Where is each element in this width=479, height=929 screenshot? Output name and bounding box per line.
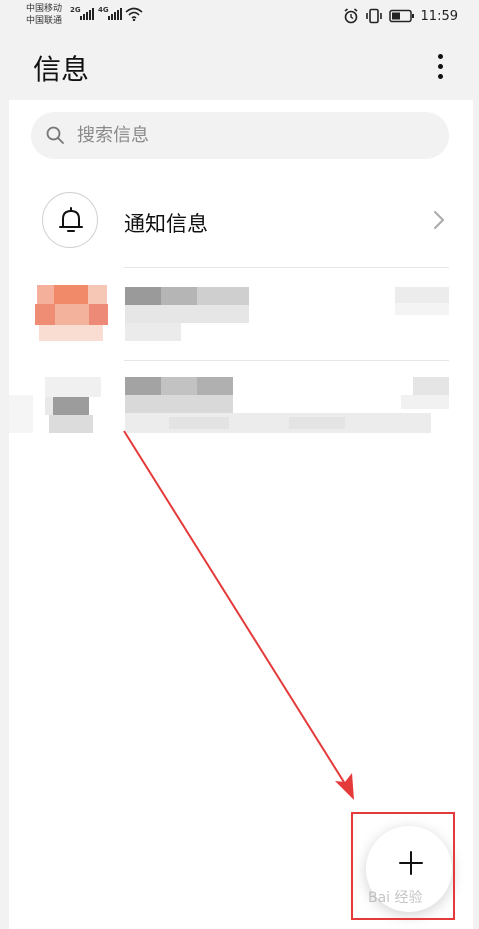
annotation-arrow	[123, 430, 354, 800]
watermark: Bai 经验	[368, 890, 423, 906]
